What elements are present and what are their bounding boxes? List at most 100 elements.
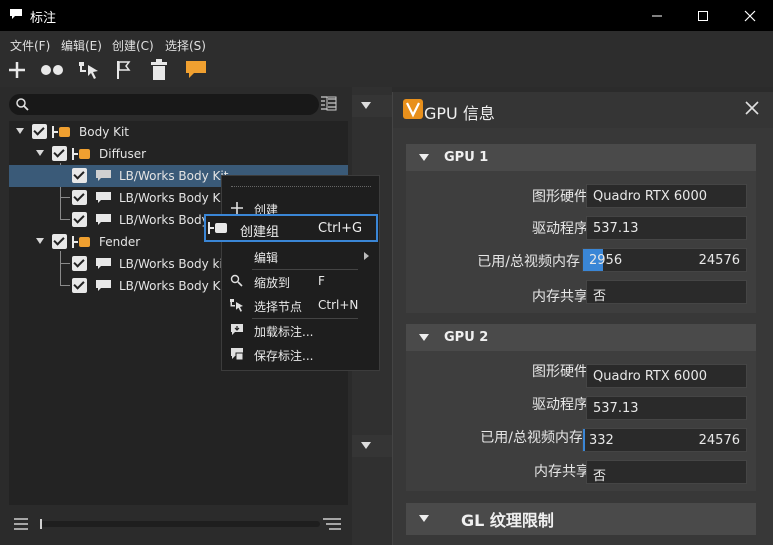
close-icon — [744, 10, 756, 21]
memory-label: 已用/总视频内存 — [480, 430, 583, 446]
collapse-arrow-icon — [419, 154, 429, 161]
tree-row-label: Diffuser — [99, 147, 147, 161]
memory-used: 332 — [589, 433, 614, 448]
hardware-label: 图形硬件 — [532, 189, 588, 205]
shared-label: 内存共享 — [534, 464, 590, 480]
note-icon — [96, 170, 111, 181]
gpu-panel-header: GPU 信息 — [393, 92, 773, 128]
menu-item-label: 缩放到 — [254, 276, 291, 290]
expand-arrow-icon[interactable] — [36, 150, 44, 156]
menu-item-select-nodes[interactable]: 选择节点 Ctrl+N — [222, 294, 379, 316]
toolbar — [0, 55, 773, 87]
title-bar: 标注 — [0, 0, 773, 31]
plus-icon — [9, 62, 25, 78]
gpu2-section-header[interactable]: GPU 2 — [406, 324, 756, 351]
select-node-button[interactable] — [76, 57, 102, 83]
load-notes-icon — [231, 324, 243, 335]
section-title: GPU 1 — [444, 150, 489, 165]
note-icon — [10, 9, 22, 19]
delete-button[interactable] — [146, 57, 172, 83]
visibility-checkbox[interactable] — [52, 234, 67, 249]
collapse-arrow-icon — [419, 515, 429, 522]
tree-row-label: LB/Works Body kit — [119, 257, 228, 271]
list-align-icon[interactable] — [323, 518, 341, 530]
memory-usage-bar: 332 24576 — [582, 428, 747, 452]
menu-item-edit[interactable]: 编辑 — [222, 245, 379, 267]
close-button[interactable] — [727, 0, 773, 31]
note-icon — [96, 258, 111, 269]
shared-label: 内存共享 — [532, 289, 588, 305]
tree-row-label: LB/Works Body Kit — [119, 279, 229, 293]
memory-label: 已用/总视频内存 — [477, 254, 580, 270]
driver-field: 537.13 — [586, 396, 747, 420]
maximize-icon — [698, 10, 708, 21]
memory-total: 24576 — [698, 253, 740, 268]
menu-create[interactable]: 创建(C) — [112, 37, 154, 54]
visibility-checkbox[interactable] — [72, 168, 87, 183]
gl-texture-section-header[interactable]: GL 纹理限制 — [406, 503, 756, 535]
magnifier-icon — [230, 274, 243, 287]
expand-arrow-icon — [361, 442, 371, 449]
close-icon[interactable] — [745, 101, 759, 115]
menu-item-shortcut: Ctrl+N — [318, 298, 359, 312]
gpu1-section-header[interactable]: GPU 1 — [406, 144, 756, 171]
visibility-checkbox[interactable] — [72, 278, 87, 293]
driver-label: 驱动程序 — [532, 221, 588, 237]
tree-bottom-bar — [9, 515, 348, 533]
menu-item-label: 编辑 — [254, 251, 279, 265]
menu-item-label: 保存标注... — [254, 349, 314, 363]
memory-usage-bar: 2956 24576 — [582, 248, 747, 272]
tree-row-diffuser[interactable]: Diffuser — [9, 143, 348, 165]
collapsed-section-header[interactable] — [352, 95, 392, 117]
tree-row-body-kit[interactable]: Body Kit — [9, 121, 348, 143]
collapsed-section-header[interactable] — [352, 435, 392, 457]
menu-item-shortcut: F — [318, 274, 325, 288]
menu-file[interactable]: 文件(F) — [10, 37, 50, 54]
tree-row-label: LB/Works Body Kit — [119, 169, 229, 183]
plus-icon — [231, 202, 243, 214]
menu-item-shortcut: Ctrl+G — [318, 221, 363, 236]
menu-item-label: 创建组 — [240, 225, 280, 240]
visibility-checkbox[interactable] — [72, 190, 87, 205]
gpu1-section-body: 图形硬件 Quadro RTX 6000 驱动程序 537.13 已用/总视频内… — [406, 171, 756, 313]
visibility-checkbox[interactable] — [72, 212, 87, 227]
save-notes-icon — [231, 348, 244, 361]
note-button[interactable] — [183, 57, 209, 83]
visibility-checkbox[interactable] — [52, 146, 67, 161]
group-icon — [52, 126, 70, 138]
group-dots-icon — [41, 65, 63, 75]
gpu-panel-title: GPU 信息 — [424, 104, 495, 123]
note-icon — [96, 280, 111, 291]
horizontal-scrollbar[interactable] — [40, 521, 320, 527]
expand-arrow-icon[interactable] — [36, 238, 44, 244]
filter-list-icon[interactable] — [320, 96, 337, 111]
gpu-info-panel: GPU 信息 GPU 1 图形硬件 Quadro RTX 6000 驱动程序 5… — [392, 92, 773, 545]
app-logo-icon — [403, 99, 423, 119]
flag-icon — [117, 61, 131, 79]
memory-usage-fill — [583, 429, 585, 451]
visibility-checkbox[interactable] — [72, 256, 87, 271]
add-button[interactable] — [4, 57, 30, 83]
expand-arrow-icon[interactable] — [16, 128, 24, 134]
menu-item-create-group[interactable]: 创建组 Ctrl+G — [204, 214, 378, 242]
gpu2-section-body: 图形硬件 Quadro RTX 6000 驱动程序 537.13 已用/总视频内… — [406, 351, 756, 491]
trash-icon — [151, 59, 167, 80]
note-icon — [96, 214, 111, 225]
menu-item-load[interactable]: 加载标注... — [222, 319, 379, 341]
minimize-button[interactable] — [634, 0, 680, 31]
search-field[interactable] — [9, 94, 319, 115]
menu-item-zoom-to[interactable]: 缩放到 F — [222, 270, 379, 292]
visibility-checkbox[interactable] — [32, 124, 47, 139]
menu-item-save[interactable]: 保存标注... — [222, 343, 379, 365]
scrollbar-thumb[interactable] — [40, 519, 42, 529]
maximize-button[interactable] — [680, 0, 726, 31]
search-icon — [16, 98, 29, 111]
group-button[interactable] — [39, 57, 65, 83]
menu-edit[interactable]: 编辑(E) — [61, 37, 102, 54]
hamburger-menu-icon[interactable] — [14, 518, 28, 530]
flag-button[interactable] — [111, 57, 137, 83]
menu-item-label: 加载标注... — [254, 325, 314, 339]
note-icon — [96, 192, 111, 203]
tree-row-label: Fender — [99, 235, 141, 249]
menu-select[interactable]: 选择(S) — [165, 37, 206, 54]
